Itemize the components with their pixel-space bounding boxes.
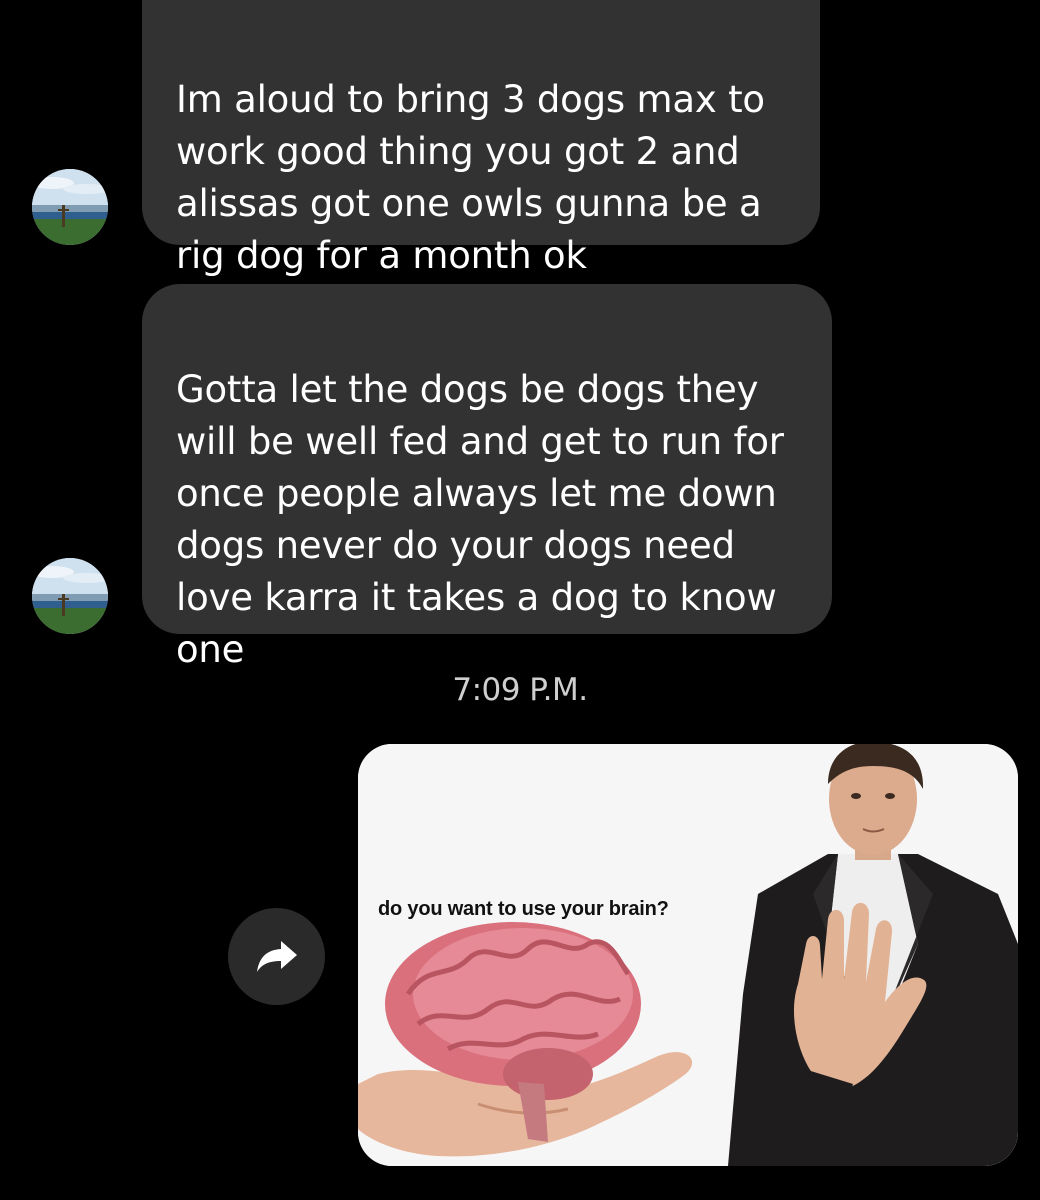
meme-caption: do you want to use your brain? <box>378 898 669 920</box>
message-bubble[interactable]: Im aloud to bring 3 dogs max to work goo… <box>142 0 820 277</box>
contact-avatar[interactable] <box>32 169 108 245</box>
avatar-landscape-image <box>32 558 108 634</box>
share-button[interactable] <box>228 908 325 1005</box>
message-text: Gotta let the dogs be dogs they will be … <box>176 368 784 671</box>
meme-image <box>358 744 1018 1166</box>
contact-avatar[interactable] <box>32 558 108 634</box>
chat-screen: Im aloud to bring 3 dogs max to work goo… <box>0 0 1040 1200</box>
sent-image[interactable]: do you want to use your brain? <box>358 744 1018 1166</box>
message-text: Im aloud to bring 3 dogs max to work goo… <box>176 78 765 277</box>
share-icon <box>256 940 297 972</box>
message-timestamp: 7:09 P.M. <box>452 672 588 708</box>
message-bubble[interactable]: Gotta let the dogs be dogs they will be … <box>142 284 832 671</box>
avatar-landscape-image <box>32 169 108 245</box>
